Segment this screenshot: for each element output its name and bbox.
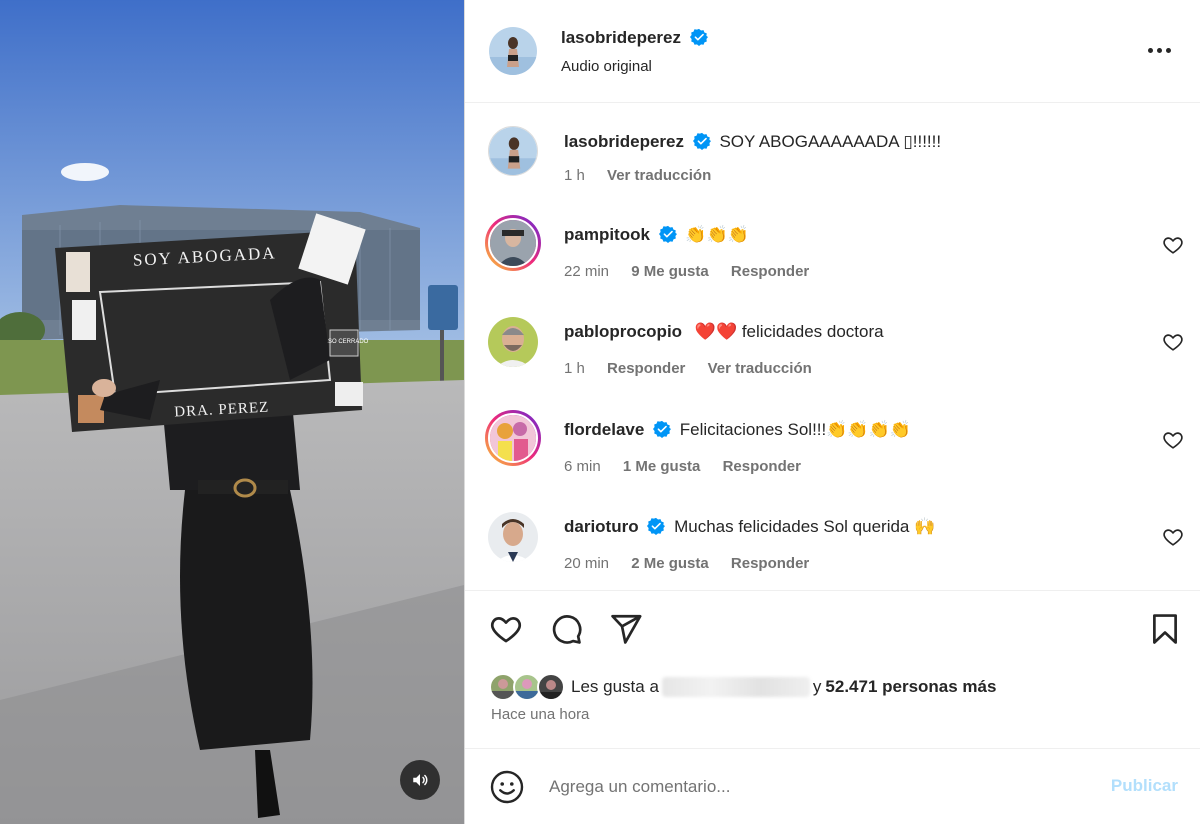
caption: lasobrideperez SOY ABOGAAAAAADA ▯!!!!!! … [465,120,1200,200]
translate-link[interactable]: Ver traducción [708,360,812,377]
verified-badge-icon [689,28,708,46]
verified-badge-icon [692,132,711,150]
reply-button[interactable]: Responder [607,360,685,377]
comment-line: darioturo Muchas felicidades Sol querida… [564,517,935,537]
comment-avatar[interactable] [485,215,541,271]
reply-button[interactable]: Responder [723,458,801,475]
comment-bubble-icon[interactable] [549,612,583,646]
comment-meta: 22 min 9 Me gusta Responder [564,263,827,280]
blurred-liker-name[interactable] [661,677,810,697]
comment-meta: 6 min 1 Me gusta Responder [564,458,819,475]
more-options-icon[interactable] [1148,40,1174,60]
comment-likes[interactable]: 9 Me gusta [631,263,709,280]
comment-avatar[interactable] [488,317,538,367]
post-header: lasobrideperez Audio original [465,0,1200,103]
like-comment-heart-icon[interactable] [1162,234,1184,256]
likes-count[interactable]: 52.471 personas más [825,677,996,697]
comment-username[interactable]: darioturo [564,517,639,536]
comment-username[interactable]: flordelave [564,420,644,439]
comment-line: pabloprocopio ❤️❤️ felicidades doctora [564,322,884,342]
reply-button[interactable]: Responder [731,263,809,280]
author-username[interactable]: lasobrideperez [561,28,681,47]
like-heart-icon[interactable] [489,612,523,646]
comment-item: pampitook 👏👏👏 22 min 9 Me gusta Responde… [465,214,1200,294]
sound-toggle-button[interactable] [400,760,440,800]
reply-button[interactable]: Responder [731,555,809,572]
comment-input[interactable] [549,773,1069,801]
comment-time[interactable]: 6 min [564,458,601,475]
liker-avatars [489,673,571,701]
post-media[interactable]: SOY ABOGADA DRA. PEREZ CASO CERRADO [0,0,464,824]
comment-meta: 20 min 2 Me gusta Responder [564,555,827,572]
comment-likes[interactable]: 1 Me gusta [623,458,701,475]
verified-badge-icon [653,420,672,438]
comment-composer: Publicar [465,748,1200,824]
like-comment-heart-icon[interactable] [1162,429,1184,451]
verified-badge-icon [647,517,666,535]
comment-text: ❤️❤️ felicidades doctora [694,322,884,341]
author-username-row: lasobrideperez [561,28,708,48]
comment-username[interactable]: pampitook [564,225,650,244]
comment-username[interactable]: pabloprocopio [564,322,682,341]
comment-likes[interactable]: 2 Me gusta [631,555,709,572]
emoji-icon[interactable] [489,769,525,805]
comment-line: pampitook 👏👏👏 [564,225,749,245]
like-comment-heart-icon[interactable] [1162,526,1184,548]
save-bookmark-icon[interactable] [1148,612,1182,646]
caption-line: lasobrideperez SOY ABOGAAAAAADA ▯!!!!!! [564,132,941,152]
liker-avatar [537,673,565,701]
likes-prefix: Les gusta a [571,677,659,696]
media-image: SOY ABOGADA DRA. PEREZ CASO CERRADO [0,0,464,824]
like-comment-heart-icon[interactable] [1162,331,1184,353]
comment-item: pabloprocopio ❤️❤️ felicidades doctora 1… [465,311,1200,391]
comment-avatar[interactable] [488,512,538,562]
post-details-panel: lasobrideperez Audio original lasobridep… [465,0,1200,824]
comment-time[interactable]: 1 h [564,360,585,377]
comment-text: 👏👏👏 [685,225,749,244]
verified-badge-icon [658,225,677,243]
post-time[interactable]: Hace una hora [491,706,589,723]
publish-button[interactable]: Publicar [1111,776,1178,796]
caption-text: SOY ABOGAAAAAADA ▯!!!!!! [719,132,942,151]
actions-divider [465,590,1200,591]
caption-avatar[interactable] [488,126,538,176]
comment-meta: 1 h Responder Ver traducción [564,360,830,377]
comment-text: Felicitaciones Sol!!!👏👏👏👏 [679,420,911,439]
comment-line: flordelave Felicitaciones Sol!!!👏👏👏👏 [564,420,911,440]
comment-text: Muchas felicidades Sol querida 🙌 [674,517,936,536]
author-avatar[interactable] [489,27,537,75]
translate-link[interactable]: Ver traducción [607,167,711,184]
comment-time[interactable]: 22 min [564,263,609,280]
share-send-icon[interactable] [609,612,643,646]
caption-username[interactable]: lasobrideperez [564,132,684,151]
caption-meta: 1 h Ver traducción [564,167,729,184]
comment-avatar[interactable] [485,410,541,466]
likes-connector: y [812,677,822,696]
caption-time[interactable]: 1 h [564,167,585,184]
comment-item: flordelave Felicitaciones Sol!!!👏👏👏👏 6 m… [465,409,1200,489]
likes-summary[interactable]: Les gusta a y 52.471 personas más [489,673,996,701]
comment-item: darioturo Muchas felicidades Sol querida… [465,506,1200,586]
audio-label[interactable]: Audio original [561,58,652,75]
speaker-icon [413,774,428,786]
comment-time[interactable]: 20 min [564,555,609,572]
